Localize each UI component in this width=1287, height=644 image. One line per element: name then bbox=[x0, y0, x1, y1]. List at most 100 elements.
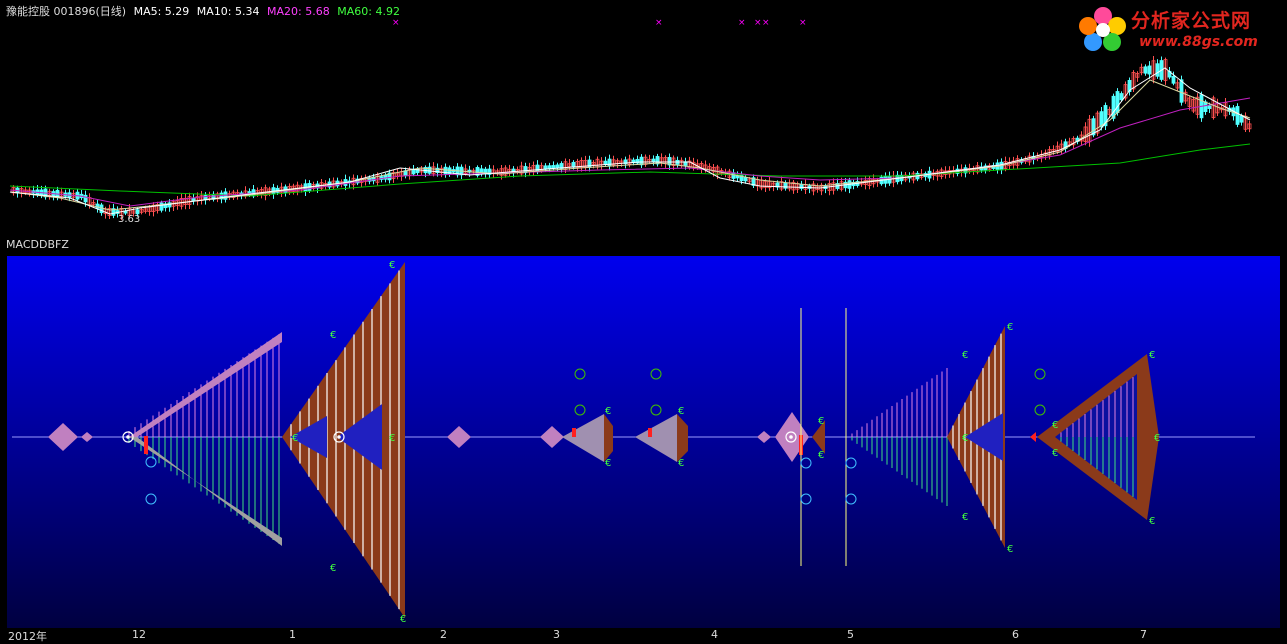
e-marker: € bbox=[1149, 350, 1155, 361]
diamond-shape bbox=[757, 431, 771, 443]
candle-body bbox=[555, 164, 560, 169]
candle-body bbox=[83, 194, 88, 203]
candle-body bbox=[427, 166, 432, 174]
e-marker: € bbox=[818, 416, 824, 427]
e-marker: € bbox=[1052, 448, 1058, 459]
indicator-title: MACDDBFZ bbox=[6, 238, 69, 251]
candle-body bbox=[651, 158, 656, 163]
candle-body bbox=[1235, 106, 1240, 125]
e-marker: € bbox=[678, 458, 684, 469]
diamond-shape bbox=[447, 426, 471, 448]
signal-circle bbox=[145, 493, 157, 505]
signal-circle bbox=[845, 493, 857, 505]
signal-circle bbox=[574, 404, 586, 416]
signal-circle bbox=[145, 456, 157, 468]
small-triangle bbox=[562, 414, 604, 462]
svg-text:×: × bbox=[738, 18, 746, 28]
e-marker: € bbox=[400, 614, 406, 625]
red-marker bbox=[1030, 432, 1036, 442]
e-marker: € bbox=[818, 450, 824, 461]
e-marker: € bbox=[389, 260, 395, 271]
diamond-shape bbox=[81, 432, 93, 442]
candle-body bbox=[783, 182, 788, 189]
axis-label-1: 1 bbox=[289, 628, 296, 641]
candle-body bbox=[1207, 105, 1212, 109]
e-marker: € bbox=[605, 406, 611, 417]
e-marker: € bbox=[1052, 420, 1058, 431]
axis-label-2: 2 bbox=[440, 628, 447, 641]
indicator-plot: € € € € € € € € € € € € € € € € € € € € € € bbox=[12, 260, 1255, 625]
gray-edge-bottom bbox=[129, 437, 282, 546]
candle-body bbox=[1155, 63, 1160, 77]
signal-circle bbox=[845, 457, 857, 469]
candle-body bbox=[1171, 75, 1176, 84]
signal-circle bbox=[650, 368, 662, 380]
signal-circle bbox=[574, 368, 586, 380]
small-brown bbox=[677, 414, 688, 462]
e-marker: € bbox=[330, 563, 336, 574]
e-marker: € bbox=[962, 512, 968, 523]
svg-text:×: × bbox=[754, 18, 762, 28]
candle-body bbox=[743, 177, 748, 182]
small-triangle bbox=[635, 414, 677, 462]
indicator-shapes: € € € € € € € € € € € € € € € € € € € € € € bbox=[48, 260, 1160, 625]
svg-text:×: × bbox=[392, 18, 400, 28]
axis-label-5: 5 bbox=[847, 628, 854, 641]
target-dot bbox=[789, 435, 793, 439]
target-dot bbox=[126, 435, 130, 439]
signal-circle bbox=[800, 493, 812, 505]
ma20-line bbox=[9, 97, 1251, 207]
svg-text:×: × bbox=[762, 18, 770, 28]
e-marker: € bbox=[330, 330, 336, 341]
target-dot bbox=[337, 435, 341, 439]
candle-body bbox=[1203, 101, 1208, 112]
axis-label-3: 3 bbox=[553, 628, 560, 641]
e-marker: € bbox=[962, 350, 968, 361]
svg-text:×: × bbox=[799, 18, 807, 28]
small-brown bbox=[604, 414, 613, 462]
candle-body bbox=[731, 172, 736, 179]
axis-label-6: 6 bbox=[1012, 628, 1019, 641]
low-price-label: 3.63 bbox=[118, 214, 141, 225]
red-bar bbox=[648, 428, 652, 437]
signal-circle bbox=[800, 457, 812, 469]
e-marker: € bbox=[1007, 544, 1013, 555]
diamond-shape bbox=[540, 426, 564, 448]
candle-body bbox=[1143, 66, 1148, 74]
e-marker: € bbox=[1154, 433, 1160, 444]
indicator-panel: € € € € € € € € € € € € € € € € € € € € € € bbox=[7, 256, 1280, 628]
e-marker: € bbox=[678, 406, 684, 417]
candle-body bbox=[1147, 65, 1152, 75]
e-marker: € bbox=[389, 433, 395, 444]
e-marker: € bbox=[1007, 322, 1013, 333]
candle-body bbox=[551, 165, 556, 169]
axis-label-12: 12 bbox=[132, 628, 146, 641]
price-chart: × × × × × × bbox=[9, 18, 1252, 221]
axis-label-4: 4 bbox=[711, 628, 718, 641]
lilac-edge-top bbox=[129, 332, 282, 437]
candle-body bbox=[1179, 79, 1184, 103]
e-marker: € bbox=[962, 433, 968, 444]
signal-marks: × × × × × × bbox=[392, 18, 807, 28]
candle-body bbox=[1115, 91, 1120, 113]
red-bar bbox=[572, 428, 576, 437]
signal-circle bbox=[1034, 368, 1046, 380]
ma60-line bbox=[9, 143, 1251, 197]
e-marker: € bbox=[605, 458, 611, 469]
candle-body bbox=[607, 158, 612, 167]
candlesticks bbox=[11, 56, 1252, 221]
candle-body bbox=[1239, 115, 1244, 123]
candle-body bbox=[1119, 93, 1124, 101]
e-marker: € bbox=[292, 433, 298, 444]
x-axis: 2012年 12 1 2 3 4 5 6 7 bbox=[0, 628, 1287, 643]
signal-circle bbox=[1034, 404, 1046, 416]
svg-text:×: × bbox=[655, 18, 663, 28]
e-marker: € bbox=[1149, 516, 1155, 527]
candle-body bbox=[603, 160, 608, 165]
axis-label-7: 7 bbox=[1140, 628, 1147, 641]
signal-circle bbox=[650, 404, 662, 416]
red-bar bbox=[144, 436, 148, 454]
ma5-line bbox=[9, 67, 1251, 215]
candle-body bbox=[159, 202, 164, 211]
diamond-shape bbox=[48, 423, 78, 451]
